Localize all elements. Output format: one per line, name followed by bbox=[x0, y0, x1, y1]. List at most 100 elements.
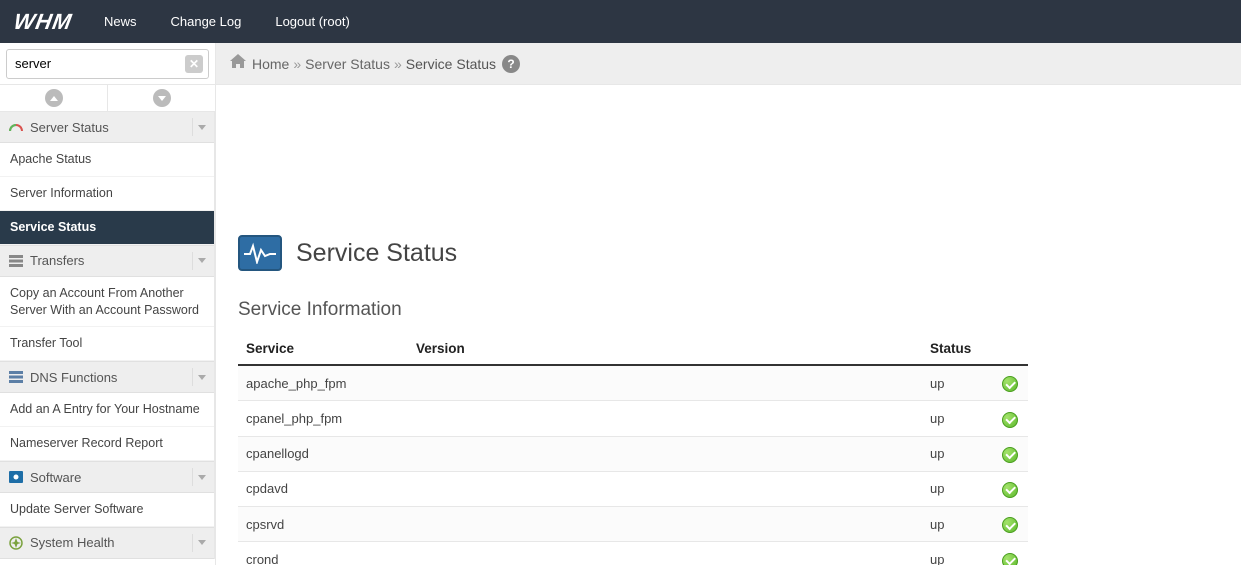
software-icon bbox=[8, 469, 24, 485]
search-clear-icon[interactable]: ✕ bbox=[185, 55, 203, 73]
table-row: crond up bbox=[238, 542, 1028, 565]
category-label: System Health bbox=[30, 535, 115, 550]
chevron-down-icon bbox=[153, 89, 171, 107]
category-label: DNS Functions bbox=[30, 370, 117, 385]
service-status-icon bbox=[238, 235, 282, 271]
expand-all-button[interactable] bbox=[108, 85, 215, 111]
search-cell: ✕ bbox=[0, 43, 216, 84]
top-bar: WHM News Change Log Logout (root) bbox=[0, 0, 1241, 43]
chevron-down-icon bbox=[192, 118, 210, 136]
check-icon bbox=[1002, 482, 1018, 498]
chevron-down-icon bbox=[192, 468, 210, 486]
category-status[interactable]: Server Status bbox=[0, 112, 214, 143]
check-icon bbox=[1002, 553, 1018, 565]
health-icon bbox=[8, 535, 24, 551]
breadcrumb-sep: » bbox=[293, 56, 301, 72]
chevron-up-icon bbox=[45, 89, 63, 107]
col-service[interactable]: Service bbox=[238, 333, 408, 365]
service-name: apache_php_fpm bbox=[238, 365, 408, 401]
breadcrumb-current: Service Status bbox=[406, 56, 496, 72]
chevron-down-icon bbox=[192, 534, 210, 552]
status-icon bbox=[8, 119, 24, 135]
content-area: Service Status Service Information Servi… bbox=[216, 85, 1241, 565]
page-title: Service Status bbox=[296, 239, 457, 268]
sidebar-item[interactable]: Service Status bbox=[0, 211, 214, 245]
table-row: cpdavd up bbox=[238, 471, 1028, 506]
transfers-icon bbox=[8, 253, 24, 269]
col-status[interactable]: Status bbox=[922, 333, 992, 365]
sidebar: Server Status Apache StatusServer Informa… bbox=[0, 85, 216, 565]
check-icon bbox=[1002, 376, 1018, 392]
service-version bbox=[408, 471, 922, 506]
sidebar-scroll[interactable]: Server Status Apache StatusServer Informa… bbox=[0, 112, 215, 565]
service-status: up bbox=[922, 542, 992, 565]
status-icon-cell bbox=[992, 542, 1028, 565]
service-name: cpanel_php_fpm bbox=[238, 401, 408, 436]
category-transfers[interactable]: Transfers bbox=[0, 245, 214, 277]
main-row: Server Status Apache StatusServer Informa… bbox=[0, 85, 1241, 565]
sidebar-item[interactable]: Server Information bbox=[0, 177, 214, 211]
service-name: crond bbox=[238, 542, 408, 565]
category-label: Server Status bbox=[30, 120, 109, 135]
search-input[interactable] bbox=[6, 49, 209, 79]
sidebar-item[interactable]: Add an A Entry for Your Hostname bbox=[0, 393, 214, 427]
status-icon-cell bbox=[992, 436, 1028, 471]
chevron-down-icon bbox=[192, 368, 210, 386]
check-icon bbox=[1002, 447, 1018, 463]
sidebar-item[interactable]: Nameserver Record Report bbox=[0, 427, 214, 461]
service-table: Service Version Status apache_php_fpmupc… bbox=[238, 333, 1028, 565]
sidebar-item[interactable]: Update Server Software bbox=[0, 493, 214, 527]
service-name: cpsrvd bbox=[238, 507, 408, 542]
table-row: cpsrvd up bbox=[238, 507, 1028, 542]
col-version[interactable]: Version bbox=[408, 333, 922, 365]
service-status: up bbox=[922, 401, 992, 436]
service-name: cpanellogd bbox=[238, 436, 408, 471]
service-version bbox=[408, 401, 922, 436]
sidebar-item[interactable]: Copy an Account From Another Server With… bbox=[0, 277, 214, 328]
service-name: cpdavd bbox=[238, 471, 408, 506]
col-status-icon bbox=[992, 333, 1028, 365]
table-row: cpanellogd up bbox=[238, 436, 1028, 471]
dns-icon bbox=[8, 369, 24, 385]
service-status: up bbox=[922, 471, 992, 506]
home-icon[interactable] bbox=[230, 54, 246, 73]
sidebar-item[interactable]: Apache Status bbox=[0, 143, 214, 177]
category-dns[interactable]: DNS Functions bbox=[0, 361, 214, 393]
status-icon-cell bbox=[992, 471, 1028, 506]
service-status: up bbox=[922, 507, 992, 542]
sidebar-collapse-row bbox=[0, 85, 215, 112]
status-icon-cell bbox=[992, 365, 1028, 401]
section-title: Service Information bbox=[238, 299, 1219, 321]
service-version bbox=[408, 542, 922, 565]
help-icon[interactable]: ? bbox=[502, 55, 520, 73]
service-status: up bbox=[922, 436, 992, 471]
breadcrumb-home[interactable]: Home bbox=[252, 56, 289, 72]
breadcrumb: Home » Server Status » Service Status ? bbox=[216, 43, 1241, 84]
category-health[interactable]: System Health bbox=[0, 527, 214, 559]
sidebar-item[interactable]: Transfer Tool bbox=[0, 327, 214, 361]
category-software[interactable]: Software bbox=[0, 461, 214, 493]
category-label: Software bbox=[30, 470, 81, 485]
collapse-all-button[interactable] bbox=[0, 85, 108, 111]
page-title-row: Service Status bbox=[238, 235, 1219, 271]
breadcrumb-server-status[interactable]: Server Status bbox=[305, 56, 390, 72]
table-header-row: Service Version Status bbox=[238, 333, 1028, 365]
table-row: apache_php_fpm up bbox=[238, 365, 1028, 401]
logo[interactable]: WHM bbox=[12, 9, 75, 35]
nav-news[interactable]: News bbox=[104, 14, 137, 29]
service-version bbox=[408, 436, 922, 471]
service-version bbox=[408, 365, 922, 401]
status-icon-cell bbox=[992, 507, 1028, 542]
status-icon-cell bbox=[992, 401, 1028, 436]
search-breadcrumb-row: ✕ Home » Server Status » Service Status … bbox=[0, 43, 1241, 85]
category-label: Transfers bbox=[30, 253, 84, 268]
nav-changelog[interactable]: Change Log bbox=[171, 14, 242, 29]
breadcrumb-sep: » bbox=[394, 56, 402, 72]
service-status: up bbox=[922, 365, 992, 401]
check-icon bbox=[1002, 412, 1018, 428]
service-version bbox=[408, 507, 922, 542]
nav-logout[interactable]: Logout (root) bbox=[275, 14, 349, 29]
table-row: cpanel_php_fpm up bbox=[238, 401, 1028, 436]
check-icon bbox=[1002, 517, 1018, 533]
chevron-down-icon bbox=[192, 252, 210, 270]
